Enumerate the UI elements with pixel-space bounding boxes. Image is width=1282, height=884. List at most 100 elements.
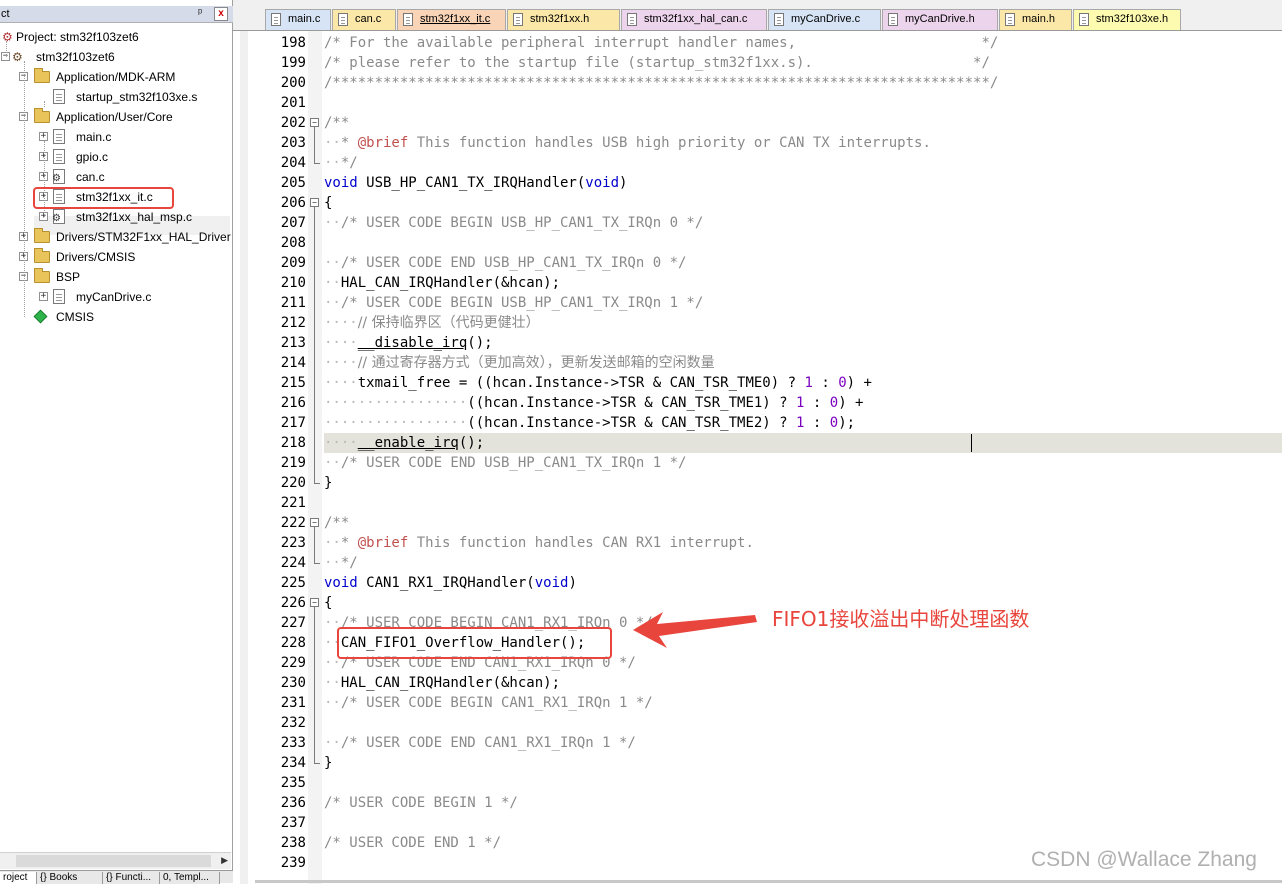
code-line[interactable]: } — [324, 753, 332, 773]
code-line[interactable]: /***************************************… — [324, 73, 998, 93]
tree-item[interactable]: +stm32f1xx_hal_msp.c — [0, 207, 231, 227]
fold-collapse-icon[interactable]: − — [310, 198, 319, 207]
fold-guide — [314, 287, 315, 307]
code-line[interactable]: { — [324, 593, 332, 613]
code-line[interactable]: /* USER CODE BEGIN 1 */ — [324, 793, 518, 813]
folder-icon — [34, 268, 50, 283]
code-line[interactable]: ··HAL_CAN_IRQHandler(&hcan); — [324, 673, 560, 693]
scrollbar-thumb[interactable] — [16, 855, 211, 867]
fold-guide — [314, 627, 315, 647]
code-line[interactable]: ··/* USER CODE END CAN1_RX1_IRQn 1 */ — [324, 733, 636, 753]
code-token: (); — [458, 435, 485, 451]
code-line[interactable]: ··/* USER CODE BEGIN USB_HP_CAN1_TX_IRQn… — [324, 213, 703, 233]
code-line[interactable]: ··* @brief This function handles USB hig… — [324, 133, 931, 153]
panel-tab[interactable]: roject — [0, 872, 37, 884]
tree-item[interactable]: − Application/User/Core — [0, 107, 231, 127]
code-line[interactable]: /** — [324, 113, 349, 133]
tree-item[interactable]: − Application/MDK-ARM — [0, 67, 231, 87]
line-number: 222 — [280, 515, 306, 531]
code-line[interactable]: ····__disable_irq(); — [324, 333, 493, 353]
code-line[interactable]: ··HAL_CAN_IRQHandler(&hcan); — [324, 273, 560, 293]
code-line[interactable]: /** — [324, 513, 349, 533]
tree-item[interactable]: − BSP — [0, 267, 231, 287]
tree-item[interactable]: ⚙ Project: stm32f103zet6 — [0, 27, 231, 47]
code-line[interactable]: ··*/ — [324, 153, 358, 173]
file-tab[interactable]: stm32f1xx_it.c — [397, 9, 506, 30]
code-line[interactable]: /* For the available peripheral interrup… — [324, 33, 998, 53]
code-token: This function handles USB high priority … — [408, 135, 931, 151]
tree-item[interactable]: + main.c — [0, 127, 231, 147]
tree-item-label: main.c — [76, 130, 112, 144]
code-token: /***************************************… — [324, 75, 999, 91]
file-tab-label: stm32f103xe.h — [1096, 13, 1169, 25]
cmsis-component-icon — [33, 309, 48, 324]
config-file-icon — [52, 169, 65, 184]
file-tab[interactable]: myCanDrive.h — [882, 9, 998, 30]
line-number: 207 — [280, 215, 306, 231]
code-token: /* USER CODE END USB_HP_CAN1_TX_IRQn 1 *… — [340, 455, 687, 471]
line-number: 235 — [280, 775, 306, 791]
expand-icon[interactable]: + — [39, 292, 48, 301]
bookmark-margin[interactable] — [240, 31, 248, 884]
code-line[interactable]: ····__enable_irq(); — [324, 433, 484, 453]
fold-collapse-icon[interactable]: − — [310, 598, 319, 607]
code-line[interactable]: ····// 通过寄存器方式（更加高效），更新发送邮箱的空闲数量 — [324, 353, 715, 373]
file-tab[interactable]: stm32f103xe.h — [1073, 9, 1181, 30]
close-icon[interactable]: x — [214, 7, 228, 21]
tree-item[interactable]: + myCanDrive.c — [0, 287, 231, 307]
panel-title: ct — [1, 8, 10, 20]
line-number: 233 — [280, 735, 306, 751]
tree-item[interactable]: startup_stm32f103xe.s — [0, 87, 231, 107]
code-line[interactable]: void CAN1_RX1_IRQHandler(void) — [324, 573, 577, 593]
code-line[interactable]: ····txmail_free = ((hcan.Instance->TSR &… — [324, 373, 872, 393]
code-editor[interactable]: 198 199 200 201 202 203 204 205 206 207 208 209 210 2… — [233, 30, 1282, 884]
fold-collapse-icon[interactable]: − — [310, 118, 319, 127]
fold-guide — [314, 527, 315, 547]
scroll-right-icon[interactable]: ▶ — [221, 855, 228, 866]
fold-guide — [314, 247, 315, 267]
code-line[interactable]: ··/* USER CODE BEGIN USB_HP_CAN1_TX_IRQn… — [324, 293, 703, 313]
code-token: /* USER CODE BEGIN 1 */ — [324, 795, 518, 811]
code-line[interactable]: ··*/ — [324, 553, 358, 573]
panel-tab[interactable]: {} Books — [37, 872, 103, 884]
code-area[interactable]: /* For the available peripheral interrup… — [324, 31, 1282, 884]
tree-item[interactable]: CMSIS — [0, 307, 231, 327]
file-tab[interactable]: stm32f1xx.h — [507, 9, 620, 30]
code-line[interactable]: /* USER CODE END 1 */ — [324, 833, 501, 853]
code-line[interactable]: ··/* USER CODE END USB_HP_CAN1_TX_IRQn 1… — [324, 453, 686, 473]
code-line[interactable]: ··/* USER CODE END USB_HP_CAN1_TX_IRQn 0… — [324, 253, 686, 273]
tree-item[interactable]: +can.c — [0, 167, 231, 187]
panel-tab[interactable]: 0, Templ... — [160, 872, 220, 884]
code-line[interactable]: { — [324, 193, 332, 213]
fold-guide — [314, 707, 315, 727]
file-tab[interactable]: myCanDrive.c — [768, 9, 881, 30]
fold-guide — [314, 427, 315, 447]
tree-item[interactable]: + gpio.c — [0, 147, 231, 167]
file-tab[interactable]: can.c — [332, 9, 396, 30]
folder-icon — [34, 108, 50, 123]
file-tab[interactable]: main.c — [265, 9, 331, 30]
expand-icon[interactable]: + — [39, 132, 48, 141]
file-icon — [774, 13, 784, 26]
horizontal-scrollbar[interactable]: ▶ — [0, 852, 231, 869]
code-line[interactable]: ·················((hcan.Instance->TSR & … — [324, 393, 864, 413]
code-line[interactable]: void USB_HP_CAN1_TX_IRQHandler(void) — [324, 173, 627, 193]
code-line[interactable]: ··/* USER CODE BEGIN CAN1_RX1_IRQn 1 */ — [324, 693, 653, 713]
file-icon — [1005, 13, 1015, 26]
code-line[interactable]: ·················((hcan.Instance->TSR & … — [324, 413, 855, 433]
code-line[interactable]: /* please refer to the startup file (sta… — [324, 53, 990, 73]
fold-collapse-icon[interactable]: − — [310, 518, 319, 527]
tree-item[interactable]: − ⚙ stm32f103zet6 — [0, 47, 231, 67]
code-line[interactable]: ··* @brief This function handles CAN RX1… — [324, 533, 754, 553]
annotation-arrow-icon — [633, 612, 757, 648]
panel-tab[interactable]: {} Functi... — [103, 872, 160, 884]
file-tab[interactable]: main.h — [999, 9, 1072, 30]
file-tab[interactable]: stm32f1xx_hal_can.c — [621, 9, 767, 30]
code-line[interactable]: ····// 保持临界区（代码更健壮） — [324, 313, 540, 333]
tree-item[interactable]: + Drivers/CMSIS — [0, 247, 231, 267]
fold-guide — [314, 347, 315, 367]
pin-icon[interactable]: ᵖ — [198, 7, 202, 19]
code-line[interactable]: } — [324, 473, 332, 493]
tree-item[interactable]: + Drivers/STM32F1xx_HAL_Driver — [0, 227, 231, 247]
fold-guide — [314, 387, 315, 407]
